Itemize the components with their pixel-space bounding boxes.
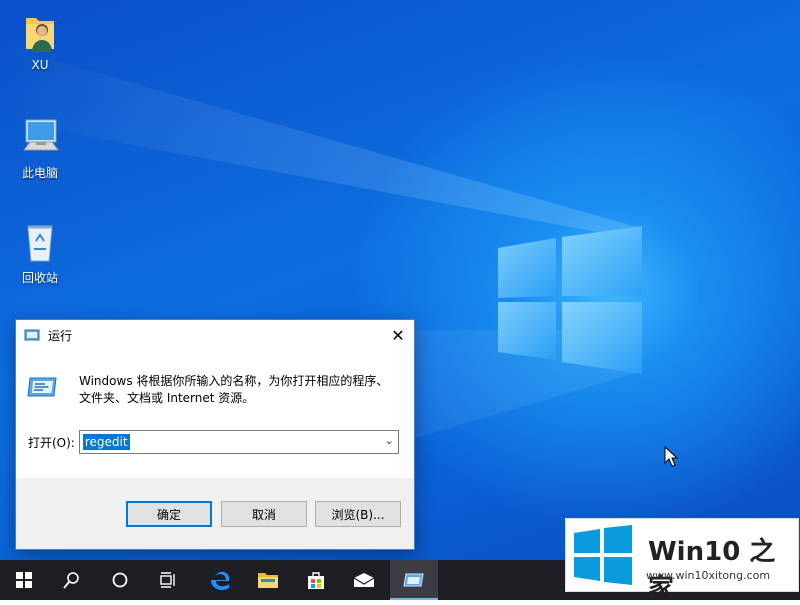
open-input[interactable]: regedit (82, 434, 130, 450)
run-icon (403, 573, 424, 587)
desktop-icon-recycle-bin[interactable]: 回收站 (6, 221, 74, 286)
desktop-icon-this-pc[interactable]: 此电脑 (6, 116, 74, 181)
watermark-url: www.win10xitong.com (646, 569, 771, 582)
file-explorer-button[interactable] (244, 560, 292, 600)
search-icon (63, 572, 79, 589)
run-program-icon (26, 372, 60, 405)
run-dialog-title: 运行 (48, 328, 73, 343)
start-icon (16, 572, 32, 588)
open-label: 打开(O): (28, 435, 75, 450)
start-button[interactable] (0, 560, 48, 600)
open-combobox[interactable]: regedit ⌄ (78, 430, 399, 454)
task-view-icon (160, 572, 175, 588)
computer-icon (23, 119, 59, 151)
store-button[interactable] (292, 560, 340, 600)
cortana-button[interactable] (96, 560, 144, 600)
open-row: 打开(O): regedit ⌄ (28, 430, 399, 454)
file-explorer-icon (258, 573, 278, 588)
run-dialog: 运行 ✕ Windows 将根据你所输入的名称，为你打开相应的程序、文件夹、文档… (15, 319, 415, 550)
edge-button[interactable] (196, 560, 244, 600)
desktop-icon-label: XU (31, 58, 49, 72)
ok-button[interactable]: 确定 (126, 501, 212, 527)
watermark: Win10 之家 www.win10xitong.com (565, 518, 799, 604)
browse-button[interactable]: 浏览(B)... (315, 501, 401, 527)
user-folder-icon (26, 18, 54, 52)
chevron-down-icon[interactable]: ⌄ (385, 434, 394, 447)
run-taskbar-button[interactable] (390, 560, 438, 600)
cortana-icon (112, 572, 128, 588)
task-view-button[interactable] (144, 560, 192, 600)
close-icon[interactable]: ✕ (382, 320, 414, 350)
run-dialog-titlebar[interactable]: 运行 ✕ (16, 320, 414, 350)
windows-logo-wallpaper (498, 226, 642, 374)
windows-logo-icon (574, 525, 632, 585)
mouse-cursor (664, 446, 678, 467)
mail-button[interactable] (340, 560, 388, 600)
run-icon (24, 328, 40, 342)
desktop-icon-user[interactable]: XU (6, 10, 74, 72)
store-icon (308, 572, 324, 589)
desktop-icon-label: 此电脑 (21, 166, 58, 180)
run-dialog-description: Windows 将根据你所输入的名称，为你打开相应的程序、文件夹、文档或 Int… (79, 374, 389, 405)
desktop-icon-label: 回收站 (21, 271, 58, 285)
edge-icon (211, 571, 230, 590)
recycle-bin-icon (27, 225, 53, 262)
watermark-title: Win10 之家 (648, 537, 776, 604)
mail-icon (353, 573, 375, 587)
cancel-button[interactable]: 取消 (221, 501, 307, 527)
search-button[interactable] (48, 560, 96, 600)
